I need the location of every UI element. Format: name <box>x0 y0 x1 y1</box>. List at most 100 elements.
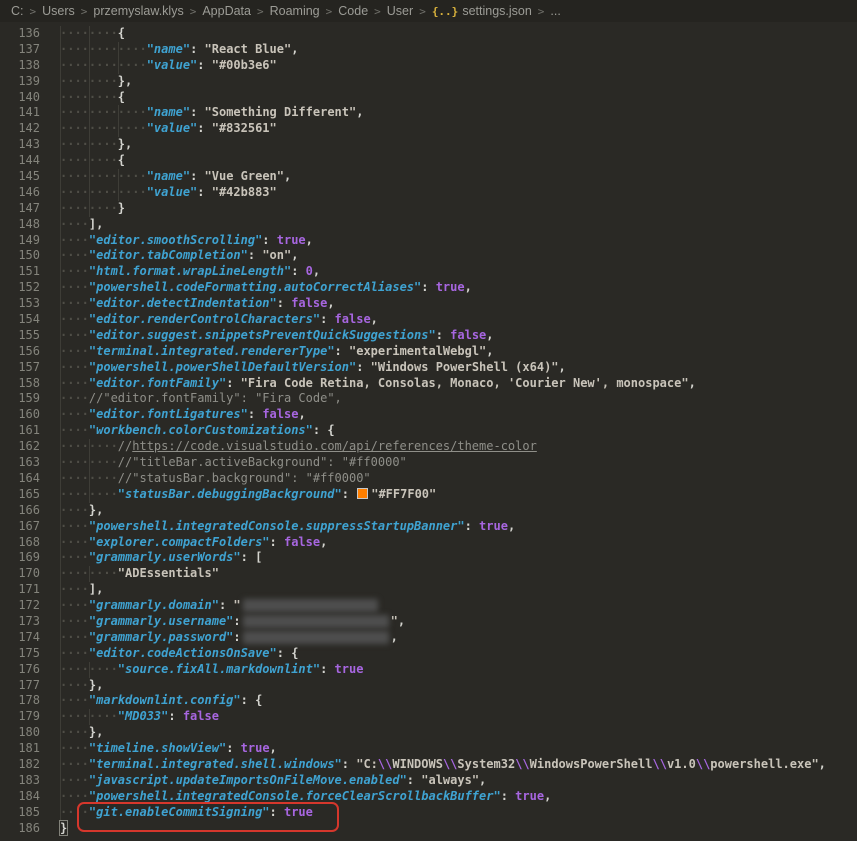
token-punctuation: : <box>270 535 284 549</box>
redacted-value <box>243 631 389 644</box>
token-punctuation: : <box>241 550 255 564</box>
breadcrumb-item-users[interactable]: Users <box>41 4 76 18</box>
code-line-content: ········"MD033": false <box>60 709 857 725</box>
breadcrumb-item-appdata[interactable]: AppData <box>201 4 252 18</box>
code-line: 184····"powershell.integratedConsole.for… <box>0 789 857 805</box>
token-string: "ADEssentials" <box>118 566 219 580</box>
token-punctuation: , <box>479 773 486 787</box>
code-line: 174····"grammarly.password":, <box>0 630 857 646</box>
whitespace-dots: ········ <box>60 566 118 580</box>
whitespace-dots: ········ <box>60 455 118 469</box>
token-punctuation: : <box>335 344 349 358</box>
token-punctuation: , <box>284 169 291 183</box>
code-line-content: ········"source.fixAll.markdownlint": tr… <box>60 662 857 678</box>
code-line: 145············"name": "Vue Green", <box>0 169 857 185</box>
breadcrumb-item-przemyslaw-klys[interactable]: przemyslaw.klys <box>92 4 184 18</box>
token-punctuation: , <box>465 280 472 294</box>
token-punctuation: : <box>342 757 356 771</box>
whitespace-dots: ···· <box>60 646 89 660</box>
code-line-content: ····"grammarly.username":", <box>60 614 857 630</box>
color-swatch <box>357 488 368 499</box>
token-punctuation: , <box>689 376 696 390</box>
code-line: 179········"MD033": false <box>0 709 857 725</box>
token-string: "#42b883" <box>212 185 277 199</box>
code-line-content: ····//"editor.fontFamily": "Fira Code", <box>60 391 857 407</box>
token-key: "html.format.wrapLineLength" <box>89 264 291 278</box>
code-line-content: ········{ <box>60 90 857 106</box>
token-key: "grammarly.domain" <box>89 598 219 612</box>
token-punctuation: : <box>190 169 204 183</box>
line-number: 183 <box>0 773 40 789</box>
chevron-right-icon: > <box>419 5 426 18</box>
code-line-content: ····"powershell.codeFormatting.autoCorre… <box>60 280 857 296</box>
token-boolean: false <box>450 328 486 342</box>
token-punctuation: [ <box>255 550 262 564</box>
code-line-content: ········//"statusBar.background": "#ff00… <box>60 471 857 487</box>
redacted-value <box>243 615 389 628</box>
token-key: "editor.detectIndentation" <box>89 296 277 310</box>
code-line: 186} <box>0 821 857 837</box>
token-punctuation: ], <box>89 582 103 596</box>
breadcrumb-item-roaming[interactable]: Roaming <box>269 4 321 18</box>
token-punctuation: , <box>486 344 493 358</box>
token-punctuation: , <box>313 264 320 278</box>
line-number: 142 <box>0 121 40 137</box>
token-string: "#832561" <box>212 121 277 135</box>
token-punctuation: : <box>313 423 327 437</box>
token-punctuation: : <box>241 693 255 707</box>
breadcrumb-symbol-path[interactable]: ... <box>549 4 561 18</box>
code-line-content: ····"terminal.integrated.rendererType": … <box>60 344 857 360</box>
breadcrumb-item-settings-json[interactable]: {..}settings.json <box>431 4 533 18</box>
token-punctuation: : <box>320 662 334 676</box>
token-string: "C: <box>356 757 378 771</box>
breadcrumb-item-code[interactable]: Code <box>337 4 369 18</box>
code-line: 141············"name": "Something Differ… <box>0 105 857 121</box>
code-editor[interactable]: 136········{137············"name": "Reac… <box>0 22 857 836</box>
token-string: "experimentalWebgl" <box>349 344 486 358</box>
token-key: "timeline.showView" <box>89 741 226 755</box>
code-line-content: ····"powershell.integratedConsole.forceC… <box>60 789 857 805</box>
whitespace-dots: ···· <box>60 233 89 247</box>
line-number: 143 <box>0 137 40 153</box>
whitespace-dots: ···· <box>60 757 89 771</box>
code-line: 136········{ <box>0 26 857 42</box>
whitespace-dots: ···· <box>60 248 89 262</box>
token-string: " <box>233 598 240 612</box>
token-punctuation: }, <box>89 725 103 739</box>
breadcrumb-item-user[interactable]: User <box>386 4 414 18</box>
token-key: "git.enableCommitSigning" <box>89 805 270 819</box>
token-string: WindowsPowerShell <box>530 757 653 771</box>
breadcrumb-item-c-[interactable]: C: <box>10 4 25 18</box>
token-punctuation: : <box>226 741 240 755</box>
line-number: 146 <box>0 185 40 201</box>
token-punctuation: , <box>559 360 566 374</box>
token-comment: //"titleBar.activeBackground": "#ff0000" <box>118 455 407 469</box>
line-number: 186 <box>0 821 40 837</box>
line-number: 136 <box>0 26 40 42</box>
token-key: "terminal.integrated.rendererType" <box>89 344 335 358</box>
token-punctuation: }, <box>118 74 132 88</box>
token-key: "value" <box>147 185 198 199</box>
line-number: 177 <box>0 678 40 694</box>
line-number: 163 <box>0 455 40 471</box>
whitespace-dots: ···· <box>60 280 89 294</box>
whitespace-dots: ···· <box>60 582 89 596</box>
code-line-content: ············"name": "React Blue", <box>60 42 857 58</box>
token-key: "value" <box>147 58 198 72</box>
token-punctuation: : <box>465 519 479 533</box>
whitespace-dots: ···· <box>60 391 89 405</box>
line-number: 168 <box>0 535 40 551</box>
code-line-content: ····"editor.detectIndentation": false, <box>60 296 857 312</box>
code-line: 168····"explorer.compactFolders": false, <box>0 535 857 551</box>
token-boolean: true <box>277 233 306 247</box>
token-key: "editor.suggest.snippetsPreventQuickSugg… <box>89 328 436 342</box>
line-number: 144 <box>0 153 40 169</box>
token-key: "markdownlint.config" <box>89 693 241 707</box>
token-punctuation: }, <box>89 503 103 517</box>
breadcrumb-file-label: settings.json <box>462 4 531 18</box>
token-string: "Vue Green" <box>205 169 284 183</box>
whitespace-dots: ············ <box>60 185 147 199</box>
whitespace-dots: ···· <box>60 741 89 755</box>
redacted-value <box>243 599 378 612</box>
token-boolean: 0 <box>306 264 313 278</box>
